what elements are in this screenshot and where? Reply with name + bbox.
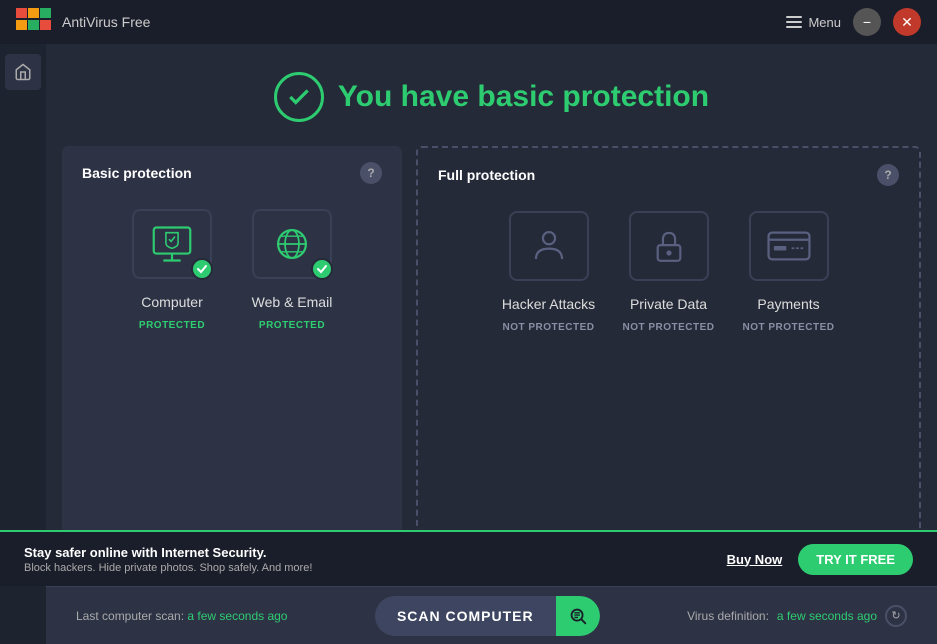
- main-status-title: You have basic protection: [338, 80, 709, 114]
- scan-label: Last computer scan:: [76, 609, 184, 623]
- scan-button-label: SCAN COMPUTER: [375, 598, 556, 634]
- full-section-title: Full protection: [438, 167, 535, 183]
- scan-info: Last computer scan: a few seconds ago: [76, 609, 287, 623]
- banner-actions: Buy Now TRY IT FREE: [727, 544, 913, 575]
- web-email-item[interactable]: Web & Email PROTECTED: [242, 204, 342, 331]
- app-title: AntiVirus Free: [62, 14, 150, 30]
- computer-icon-wrap: [127, 204, 217, 284]
- full-help-button[interactable]: ?: [877, 164, 899, 186]
- title-bar: AntiVirus Free Menu − ✕: [0, 0, 937, 44]
- full-items-row: Hacker Attacks NOT PROTECTED: [438, 206, 899, 333]
- web-check-badge: [311, 258, 333, 280]
- computer-item[interactable]: Computer PROTECTED: [122, 204, 222, 331]
- banner-text: Stay safer online with Internet Security…: [24, 545, 312, 574]
- virus-label: Virus definition:: [687, 609, 769, 623]
- private-data-icon-bg: [629, 211, 709, 281]
- menu-label: Menu: [808, 15, 841, 30]
- app-branding: AntiVirus Free: [16, 8, 150, 36]
- web-email-label: Web & Email: [252, 294, 333, 310]
- computer-label: Computer: [141, 294, 202, 310]
- refresh-button[interactable]: ↻: [885, 605, 907, 627]
- scan-button-icon: [556, 596, 600, 636]
- private-data-icon-wrap: [624, 206, 714, 286]
- menu-icon: [786, 16, 802, 28]
- basic-items-row: Computer PROTECTED: [82, 204, 382, 331]
- private-data-item[interactable]: Private Data NOT PROTECTED: [619, 206, 719, 333]
- sidebar: [0, 44, 46, 586]
- banner-subtitle: Block hackers. Hide private photos. Shop…: [24, 562, 312, 574]
- banner-title: Stay safer online with Internet Security…: [24, 545, 312, 560]
- scan-time[interactable]: a few seconds ago: [187, 609, 287, 623]
- payments-status: NOT PROTECTED: [742, 322, 834, 333]
- hacker-attacks-item[interactable]: Hacker Attacks NOT PROTECTED: [499, 206, 599, 333]
- computer-status: PROTECTED: [139, 320, 205, 331]
- header: You have basic protection: [46, 44, 937, 146]
- content-area: You have basic protection Basic protecti…: [46, 44, 937, 586]
- virus-info: Virus definition: a few seconds ago ↻: [687, 605, 907, 627]
- basic-section-header: Basic protection ?: [82, 162, 382, 184]
- hacker-icon-bg: [509, 211, 589, 281]
- payments-label: Payments: [757, 296, 819, 312]
- full-protection-card: Full protection ? Ha: [416, 146, 921, 586]
- basic-section-title: Basic protection: [82, 165, 192, 181]
- hacker-status: NOT PROTECTED: [502, 322, 594, 333]
- basic-protection-card: Basic protection ?: [62, 146, 402, 586]
- try-free-button[interactable]: TRY IT FREE: [798, 544, 913, 575]
- menu-button[interactable]: Menu: [786, 15, 841, 30]
- check-circle: [274, 72, 324, 122]
- payments-icon-wrap: [744, 206, 834, 286]
- private-data-label: Private Data: [630, 296, 707, 312]
- private-data-status: NOT PROTECTED: [622, 322, 714, 333]
- home-button[interactable]: [5, 54, 41, 90]
- web-email-icon-wrap: [247, 204, 337, 284]
- hacker-icon-wrap: [504, 206, 594, 286]
- footer-banner: Stay safer online with Internet Security…: [0, 530, 937, 586]
- payments-icon-bg: [749, 211, 829, 281]
- payments-item[interactable]: Payments NOT PROTECTED: [739, 206, 839, 333]
- hacker-label: Hacker Attacks: [502, 296, 595, 312]
- protection-sections: Basic protection ?: [46, 146, 937, 586]
- bottom-bar: Last computer scan: a few seconds ago SC…: [46, 586, 937, 644]
- scan-button[interactable]: SCAN COMPUTER: [375, 596, 600, 636]
- virus-time[interactable]: a few seconds ago: [777, 609, 877, 623]
- buy-now-button[interactable]: Buy Now: [727, 552, 783, 567]
- minimize-button[interactable]: −: [853, 8, 881, 36]
- close-button[interactable]: ✕: [893, 8, 921, 36]
- avg-logo: [16, 8, 52, 36]
- window-controls: Menu − ✕: [786, 8, 921, 36]
- web-email-status: PROTECTED: [259, 320, 325, 331]
- basic-help-button[interactable]: ?: [360, 162, 382, 184]
- full-section-header: Full protection ?: [438, 164, 899, 186]
- computer-check-badge: [191, 258, 213, 280]
